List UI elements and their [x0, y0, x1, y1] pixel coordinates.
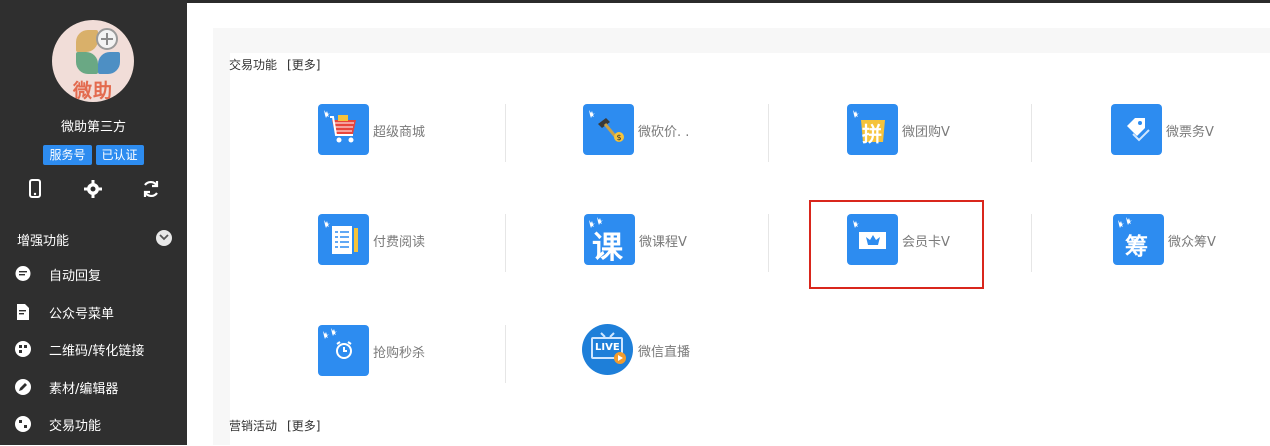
more-link[interactable]: [更多]: [287, 58, 320, 72]
divider: [1031, 104, 1032, 162]
enhanced-features-header[interactable]: 增强功能: [17, 229, 172, 249]
divider: [768, 104, 769, 162]
app-label: 付费阅读: [373, 235, 426, 250]
app-tile-group-buy[interactable]: 拼 微团购V: [847, 104, 1097, 164]
account-badges: 服务号 已认证: [0, 145, 187, 165]
sidebar-item-materials[interactable]: 素材/编辑器: [0, 371, 187, 409]
section-title: 营销活动: [229, 419, 278, 433]
pencil-icon: [14, 378, 32, 396]
logo-leaf: [98, 52, 120, 74]
divider: [768, 214, 769, 272]
app-label: 超级商城: [373, 125, 426, 140]
settings-gear-icon[interactable]: [82, 178, 104, 200]
divider: [1031, 214, 1032, 272]
app-tile-bargain[interactable]: $ 微砍价. .: [583, 104, 833, 164]
app-tile-ticketing[interactable]: 微票务V: [1111, 104, 1270, 164]
app-tile-course[interactable]: 课 微课程V: [584, 214, 834, 274]
more-link[interactable]: [更多]: [287, 419, 320, 433]
live-glyph: LIVE: [595, 342, 620, 353]
sidebar-item-qrcode[interactable]: 二维码/转化链接: [0, 333, 187, 371]
shopping-cart-icon: [318, 104, 369, 155]
account-name: 微助第三方: [60, 120, 126, 135]
app-label: 微票务V: [1166, 125, 1214, 140]
sidebar-item-trade[interactable]: 交易功能: [0, 408, 187, 446]
course-icon: 课: [584, 214, 635, 265]
hammer-price-icon: $: [583, 104, 634, 155]
logo-leaf: [76, 30, 98, 52]
sidebar-item-auto-reply[interactable]: 自动回复: [0, 258, 187, 296]
group-buy-glyph: 拼: [862, 122, 882, 146]
refresh-icon[interactable]: [140, 178, 162, 200]
qrcode-icon: [14, 340, 32, 358]
phone-icon[interactable]: [24, 178, 46, 200]
paid-reading-icon: [318, 214, 369, 265]
app-tile-live[interactable]: LIVE 微信直播: [582, 324, 832, 384]
sidebar-item-label: 二维码/转化链接: [49, 344, 145, 359]
app-label: 微信直播: [638, 345, 691, 360]
logo-leaf: [76, 52, 98, 74]
service-account-badge: 服务号: [43, 145, 92, 165]
sidebar-item-label: 公众号菜单: [49, 306, 115, 322]
app-label: 微团购V: [902, 125, 950, 140]
svg-text:$: $: [617, 133, 622, 142]
sidebar-item-label: 交易功能: [49, 419, 102, 434]
group-buy-icon: 拼: [847, 104, 898, 155]
trade-section-title: 交易功能 [更多]: [229, 56, 320, 73]
app-tile-super-mall[interactable]: 超级商城: [318, 104, 568, 164]
sidebar-item-label: 素材/编辑器: [49, 381, 119, 397]
sidebar-menu: 自动回复 公众号菜单 二维码/转化链接 素材/编辑器 交易功能: [0, 258, 187, 446]
chevron-down-icon[interactable]: [156, 230, 172, 246]
app-tile-flash-sale[interactable]: 抢购秒杀: [318, 325, 568, 385]
section-title: 交易功能: [229, 58, 278, 72]
account-avatar[interactable]: 微助: [52, 20, 134, 102]
top-bar: [0, 0, 1270, 3]
avatar-brand-text: 微助: [72, 80, 113, 102]
flash-sale-clock-icon: [318, 325, 369, 376]
app-label: 微众筹V: [1168, 235, 1216, 250]
sidebar-item-label: 自动回复: [49, 269, 102, 284]
divider: [505, 325, 506, 383]
app-tile-paid-reading[interactable]: 付费阅读: [318, 214, 568, 274]
app-label: 微砍价. .: [638, 125, 690, 140]
course-glyph: 课: [592, 230, 623, 265]
ticket-tag-icon: [1111, 104, 1162, 155]
sidebar: 微助 微助第三方 服务号 已认证 增强功能 自动回复 公众号菜单 二维码/转化链…: [0, 0, 187, 445]
sidebar-item-account-menu[interactable]: 公众号菜单: [0, 296, 187, 334]
trade-icon: [14, 415, 32, 433]
verified-badge: 已认证: [95, 145, 144, 165]
selection-highlight: [809, 200, 984, 289]
crowdfunding-icon: 筹: [1113, 214, 1164, 265]
app-tile-crowdfunding[interactable]: 筹 微众筹V: [1113, 214, 1270, 274]
app-label: 微课程V: [639, 235, 687, 250]
chat-bubble-icon: [14, 265, 32, 283]
marketing-section-title: 营销活动 [更多]: [229, 417, 320, 434]
section-label: 增强功能: [17, 234, 70, 249]
divider: [505, 214, 506, 272]
live-tv-icon: LIVE: [582, 324, 633, 375]
app-label: 抢购秒杀: [373, 346, 426, 361]
document-edit-icon: [14, 303, 32, 321]
divider: [505, 104, 506, 162]
crowdfunding-glyph: 筹: [1125, 234, 1148, 260]
logo-plus-icon: [96, 28, 118, 50]
